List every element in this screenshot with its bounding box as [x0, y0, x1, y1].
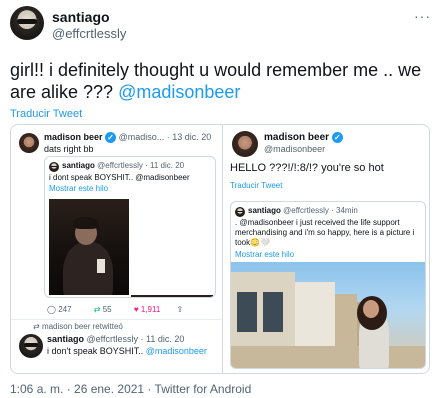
quoted-header: santiago @effcrtlessly · 11 dic. 20 — [62, 161, 184, 170]
retweet-count: 55 — [102, 305, 112, 314]
left-meta: @madiso... · 13 dic. 20 — [118, 132, 212, 142]
retweet-avatar — [19, 334, 43, 358]
reply-count: 247 — [58, 305, 72, 314]
right-quoted-avatar — [235, 207, 245, 217]
stats-row: ◯ 247 ⇄ 55 ♥ 1,911 ⇪ — [47, 305, 217, 314]
right-quoted-header: santiago @effcrtlessly · 34min — [248, 206, 358, 215]
right-quoted-meta: @effcrtlessly · 34min — [283, 206, 358, 215]
retweeted-label: ⇄ madison beer retwitteó — [33, 322, 123, 331]
left-text: dats right bb — [44, 144, 94, 154]
left-author[interactable]: madison beer — [44, 132, 103, 142]
retweeted-text: madison beer retwitteó — [41, 322, 123, 331]
share-icon[interactable]: ⇪ — [177, 305, 184, 314]
right-author[interactable]: madison beer — [264, 132, 329, 143]
retweet-mention[interactable]: @madisonbeer — [146, 346, 207, 356]
right-quoted-author: santiago — [248, 206, 281, 215]
right-translate-link[interactable]: Traducir Tweet — [230, 181, 282, 190]
madison-avatar-right — [232, 131, 258, 157]
right-show-thread-link[interactable]: Mostrar este hilo — [235, 250, 294, 259]
avatar[interactable] — [10, 6, 44, 40]
left-quoted-tweet[interactable]: santiago @effcrtlessly · 11 dic. 20 i do… — [44, 156, 216, 298]
quoted-author: santiago — [62, 161, 95, 170]
right-quoted-tweet[interactable]: santiago @effcrtlessly · 34min . @madiso… — [230, 201, 426, 369]
verified-icon: ✓ — [331, 132, 343, 143]
author-handle[interactable]: @effcrtlessly — [52, 26, 126, 41]
right-screenshot[interactable]: madison beer ✓ @madisonbeer HELLO ???!/!… — [224, 125, 429, 373]
left-header: madison beer ✓ @madiso... · 13 dic. 20 — [44, 132, 212, 144]
like-icon[interactable]: ♥ — [134, 305, 139, 314]
media-grid[interactable]: madison beer ✓ @madiso... · 13 dic. 20 d… — [10, 124, 430, 374]
retweet-icon[interactable]: ⇄ — [94, 305, 101, 314]
madison-avatar — [19, 133, 39, 153]
retweet-text: i don't speak BOYSHIT.. @madisonbeer — [47, 346, 207, 356]
retweet-body: i don't speak BOYSHIT.. — [47, 346, 146, 356]
right-quoted-text: . @madisonbeer i just received the life … — [235, 218, 415, 247]
right-text: HELLO ???!/!:8/!? you're so hot — [230, 162, 384, 174]
translate-link[interactable]: Traducir Tweet — [10, 108, 82, 120]
quoted-avatar — [49, 162, 59, 172]
retweet-author: santiago — [47, 334, 85, 344]
left-screenshot[interactable]: madison beer ✓ @madiso... · 13 dic. 20 d… — [11, 125, 223, 373]
quoted-meta: @effcrtlessly · 11 dic. 20 — [97, 161, 185, 170]
right-handle: @madisonbeer — [264, 144, 326, 154]
retweet-header: santiago @effcrtlessly · 11 dic. 20 — [47, 334, 184, 344]
author-name[interactable]: santiago — [52, 9, 110, 25]
photo-boy-1[interactable] — [49, 199, 129, 295]
tweet-text: girl!! i definitely thought u would reme… — [10, 59, 430, 103]
photo-street[interactable] — [231, 262, 425, 368]
more-icon[interactable]: ··· — [414, 8, 431, 24]
mention-link[interactable]: @madisonbeer — [118, 82, 240, 102]
verified-icon: ✓ — [105, 132, 117, 144]
show-thread-link[interactable]: Mostrar este hilo — [49, 184, 108, 193]
retweet-meta: @effcrtlessly · 11 dic. 20 — [86, 334, 185, 344]
like-count: 1,911 — [140, 305, 161, 314]
retweet-small-icon: ⇄ — [33, 322, 40, 331]
quoted-text: i dont speak BOYSHIT.. @madisonbeer — [49, 173, 190, 182]
right-header: madison beer ✓ — [264, 132, 343, 143]
tweet-timestamp[interactable]: 1:06 a. m. · 26 ene. 2021 · Twitter for … — [10, 382, 251, 396]
photo-boy-2[interactable] — [131, 295, 213, 297]
reply-icon[interactable]: ◯ — [47, 305, 56, 314]
